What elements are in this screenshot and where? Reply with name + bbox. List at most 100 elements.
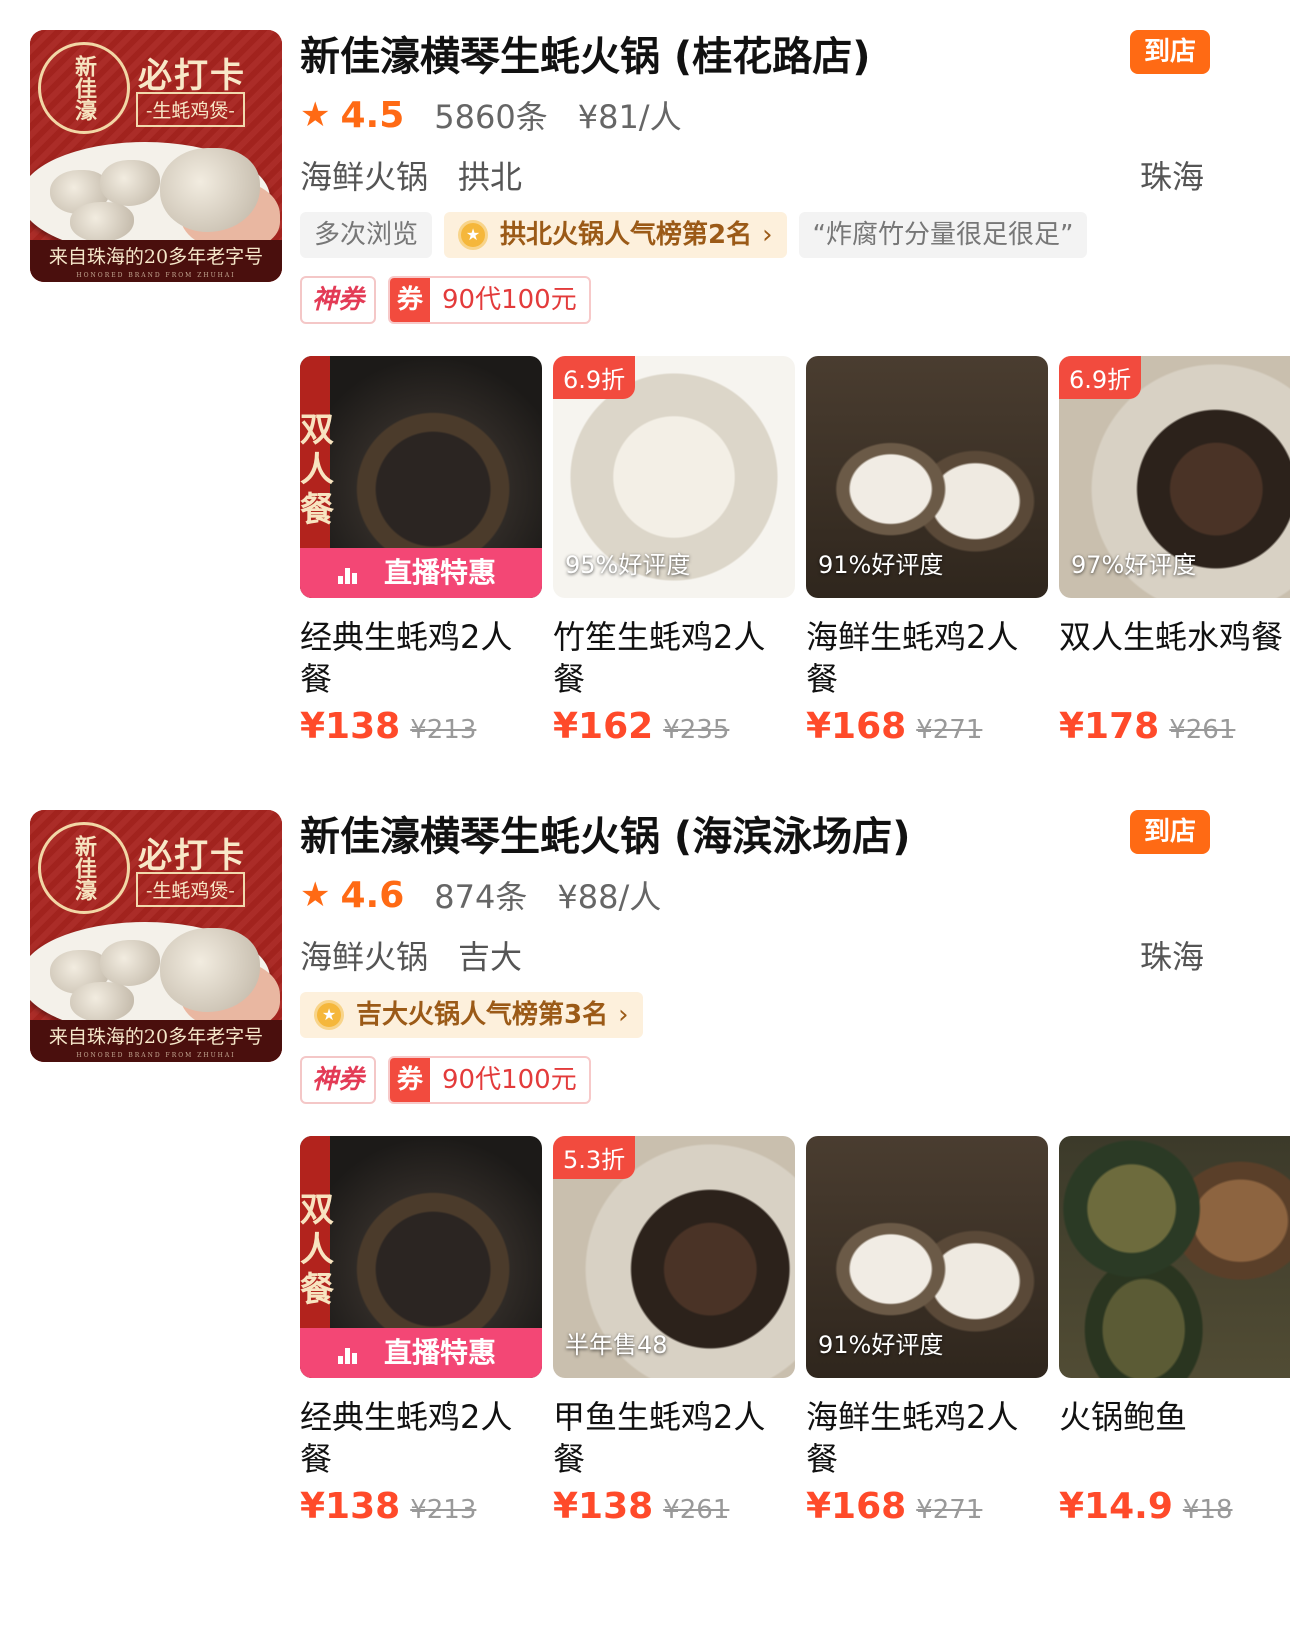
star-icon: ★ bbox=[300, 95, 331, 135]
deal-image: 双人餐 直播特惠 bbox=[300, 356, 542, 598]
instore-badge: 到店 bbox=[1130, 810, 1210, 854]
shop-name[interactable]: 新佳濠横琴生蚝火锅 (桂花路店) bbox=[300, 24, 871, 82]
tag-row: ★ 吉大火锅人气榜第3名 › bbox=[300, 992, 643, 1038]
discount-badge: 5.3折 bbox=[553, 1136, 636, 1179]
deal-item[interactable]: 双人餐 直播特惠 经典生蚝鸡2人餐 ¥138 ¥213 bbox=[300, 1136, 542, 1527]
deal-price: ¥168 bbox=[806, 1486, 907, 1527]
rating-row: ★ 4.6 874条 ¥88/人 bbox=[300, 872, 661, 918]
deal-title: 经典生蚝鸡2人餐 bbox=[300, 618, 513, 698]
shop-card[interactable]: 新佳濠 必打卡 -生蚝鸡煲- 来自珠海的20多年老字号 HONORED BRAN… bbox=[0, 0, 1290, 800]
deal-original-price: ¥235 bbox=[663, 715, 730, 745]
deal-price: ¥138 bbox=[300, 706, 401, 747]
average-price: ¥81/人 bbox=[577, 98, 682, 136]
deal-original-price: ¥271 bbox=[916, 715, 983, 745]
logo-seal: 新佳濠 bbox=[38, 42, 130, 134]
rank-tag[interactable]: ★ 拱北火锅人气榜第2名 › bbox=[444, 212, 787, 258]
deal-image: 双人餐 直播特惠 bbox=[300, 1136, 542, 1378]
deal-item[interactable]: 91%好评度 海鲜生蚝鸡2人餐 ¥168 ¥271 bbox=[806, 356, 1048, 747]
deal-original-price: ¥261 bbox=[663, 1495, 730, 1525]
deal-title: 甲鱼生蚝鸡2人餐 bbox=[553, 1398, 766, 1478]
chevron-right-icon: › bbox=[762, 220, 773, 250]
deal-price: ¥168 bbox=[806, 706, 907, 747]
deal-item[interactable]: 5.3折 半年售48 甲鱼生蚝鸡2人餐 ¥138 ¥261 bbox=[553, 1136, 795, 1527]
discount-badge: 6.9折 bbox=[1059, 356, 1142, 399]
area: 吉大 bbox=[458, 938, 523, 976]
star-icon: ★ bbox=[300, 875, 331, 915]
rating-score: 4.6 bbox=[340, 874, 405, 916]
area: 拱北 bbox=[458, 158, 523, 196]
deal-original-price: ¥18 bbox=[1182, 1495, 1233, 1525]
deal-list: 双人餐 直播特惠 经典生蚝鸡2人餐 ¥138 ¥213 6.9折 95%好评度 竹… bbox=[300, 356, 1290, 766]
deal-price-row: ¥168 ¥271 bbox=[806, 706, 1048, 747]
tag-row: 多次浏览 ★ 拱北火锅人气榜第2名 › “炸腐竹分量很足很足” bbox=[300, 212, 1088, 258]
rating-overlay: 91%好评度 bbox=[818, 551, 944, 579]
live-bars-icon bbox=[338, 1344, 358, 1364]
logo-checkin-text: 必打卡 bbox=[138, 836, 246, 876]
coupon-badge[interactable]: 券 90代100元 bbox=[388, 1056, 591, 1104]
review-quote-tag: “炸腐竹分量很足很足” bbox=[798, 212, 1088, 258]
deal-price-row: ¥168 ¥271 bbox=[806, 1486, 1048, 1527]
deal-image: 91%好评度 bbox=[806, 356, 1048, 598]
deal-item[interactable]: 双人餐 直播特惠 经典生蚝鸡2人餐 ¥138 ¥213 bbox=[300, 356, 542, 747]
medal-icon: ★ bbox=[458, 220, 489, 250]
shop-name[interactable]: 新佳濠横琴生蚝火锅 (海滨泳场店) bbox=[300, 804, 911, 862]
deal-title: 海鲜生蚝鸡2人餐 bbox=[806, 618, 1019, 698]
deal-title: 竹笙生蚝鸡2人餐 bbox=[553, 618, 766, 698]
deal-original-price: ¥213 bbox=[410, 1495, 477, 1525]
review-count: 5860条 bbox=[434, 98, 548, 136]
deal-title: 火锅鲍鱼 bbox=[1059, 1398, 1188, 1436]
rating-score: 4.5 bbox=[340, 94, 405, 136]
coupon-icon: 券 bbox=[390, 278, 431, 322]
deal-price-row: ¥138 ¥213 bbox=[300, 1486, 542, 1527]
coupon-text: 90代100元 bbox=[442, 1065, 577, 1095]
deal-original-price: ¥261 bbox=[1169, 715, 1236, 745]
deal-price: ¥14.9 bbox=[1059, 1486, 1173, 1527]
city: 珠海 bbox=[1139, 938, 1204, 976]
deal-price-row: ¥14.9 ¥18 bbox=[1059, 1486, 1290, 1527]
category: 海鲜火锅 bbox=[300, 158, 429, 196]
discount-badge: 6.9折 bbox=[553, 356, 636, 399]
medal-icon: ★ bbox=[314, 1000, 344, 1030]
logo-subtitle: -生蚝鸡煲- bbox=[136, 872, 245, 907]
deal-price-row: ¥178 ¥261 bbox=[1059, 706, 1290, 747]
deal-original-price: ¥213 bbox=[410, 715, 477, 745]
logo-tagline-text: 来自珠海的20多年老字号 bbox=[48, 246, 264, 268]
chevron-right-icon: › bbox=[618, 1000, 629, 1030]
shenquan-badge[interactable]: 神券 bbox=[300, 276, 377, 324]
shop-logo[interactable]: 新佳濠 必打卡 -生蚝鸡煲- 来自珠海的20多年老字号 HONORED BRAN… bbox=[30, 810, 282, 1062]
deal-item[interactable]: 91%好评度 海鲜生蚝鸡2人餐 ¥168 ¥271 bbox=[806, 1136, 1048, 1527]
live-deal-label: 直播特惠 bbox=[384, 1336, 497, 1369]
viewed-tag: 多次浏览 bbox=[300, 212, 433, 258]
live-bars-icon bbox=[338, 564, 358, 584]
deal-item[interactable]: 6.9折 95%好评度 竹笙生蚝鸡2人餐 ¥162 ¥235 bbox=[553, 356, 795, 747]
rank-tag[interactable]: ★ 吉大火锅人气榜第3名 › bbox=[300, 992, 643, 1038]
shenquan-badge[interactable]: 神券 bbox=[300, 1056, 377, 1104]
coupon-row: 神券 券 90代100元 bbox=[300, 1056, 591, 1104]
deal-original-price: ¥271 bbox=[916, 1495, 983, 1525]
deal-price: ¥138 bbox=[300, 1486, 401, 1527]
average-price: ¥88/人 bbox=[557, 878, 662, 916]
deal-price: ¥162 bbox=[553, 706, 654, 747]
logo-tagline: 来自珠海的20多年老字号 HONORED BRAND FROM ZHUHAI bbox=[30, 240, 282, 282]
city: 珠海 bbox=[1139, 158, 1204, 196]
logo-tagline-text: 来自珠海的20多年老字号 bbox=[48, 1026, 264, 1048]
rating-overlay: 97%好评度 bbox=[1071, 551, 1197, 579]
coupon-badge[interactable]: 券 90代100元 bbox=[388, 276, 591, 324]
deal-price: ¥178 bbox=[1059, 706, 1160, 747]
deal-item[interactable]: 火锅鲍鱼 ¥14.9 ¥18 bbox=[1059, 1136, 1290, 1527]
rating-overlay: 91%好评度 bbox=[818, 1331, 944, 1359]
category-row: 海鲜火锅 拱北 bbox=[300, 152, 522, 198]
shop-logo[interactable]: 新佳濠 必打卡 -生蚝鸡煲- 来自珠海的20多年老字号 HONORED BRAN… bbox=[30, 30, 282, 282]
rank-tag-label: 吉大火锅人气榜第3名 bbox=[356, 1000, 609, 1030]
instore-badge: 到店 bbox=[1130, 30, 1210, 74]
deal-image: 6.9折 95%好评度 bbox=[553, 356, 795, 598]
deal-image bbox=[1059, 1136, 1290, 1378]
logo-tagline-en: HONORED BRAND FROM ZHUHAI bbox=[76, 1052, 236, 1059]
deal-image: 6.9折 97%好评度 bbox=[1059, 356, 1290, 598]
live-deal-banner: 直播特惠 bbox=[300, 548, 542, 598]
coupon-icon: 券 bbox=[390, 1058, 431, 1102]
deal-title: 经典生蚝鸡2人餐 bbox=[300, 1398, 513, 1478]
deal-item[interactable]: 6.9折 97%好评度 双人生蚝水鸡餐 ¥178 ¥261 bbox=[1059, 356, 1290, 747]
logo-tagline: 来自珠海的20多年老字号 HONORED BRAND FROM ZHUHAI bbox=[30, 1020, 282, 1062]
shop-card[interactable]: 新佳濠 必打卡 -生蚝鸡煲- 来自珠海的20多年老字号 HONORED BRAN… bbox=[0, 810, 1290, 1610]
